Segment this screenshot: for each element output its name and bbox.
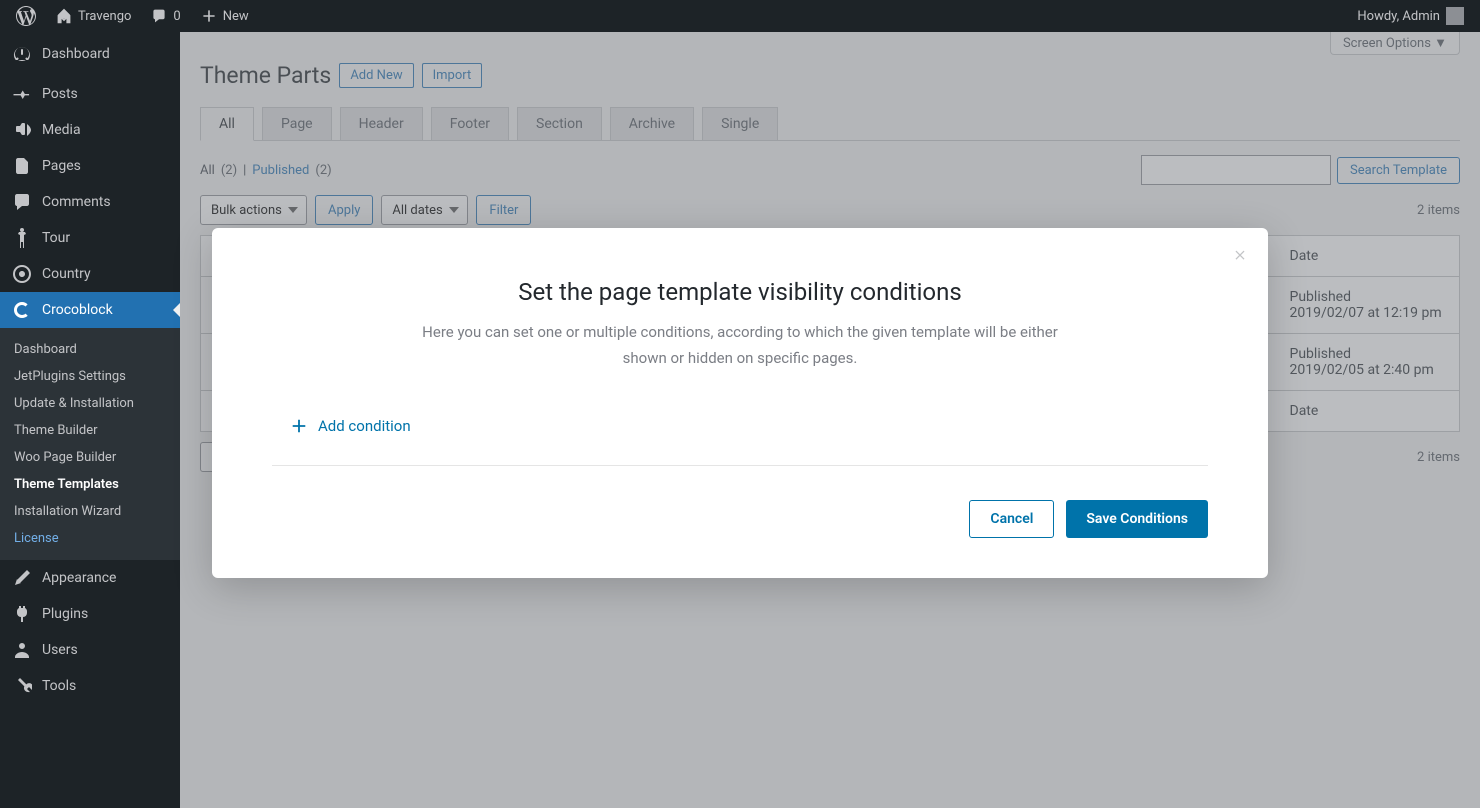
plug-icon [12,604,32,624]
account-link[interactable]: Howdy, Admin [1349,0,1472,32]
media-icon [12,120,32,140]
sidebar-sub-theme-builder[interactable]: Theme Builder [0,417,180,444]
sidebar-sub-dashboard[interactable]: Dashboard [0,336,180,363]
sidebar-submenu: Dashboard JetPlugins Settings Update & I… [0,328,180,560]
sidebar-label: Media [42,122,81,138]
wrench-icon [12,676,32,696]
admin-topbar: Travengo 0 New Howdy, Admin [0,0,1480,32]
comments-link[interactable]: 0 [143,0,188,32]
sidebar-label: Comments [42,194,111,210]
sidebar-label: Pages [42,158,81,174]
sidebar-label: Appearance [42,570,116,586]
sidebar-item-crocoblock[interactable]: Crocoblock [0,292,180,328]
sidebar-item-appearance[interactable]: Appearance [0,560,180,596]
site-link[interactable]: Travengo [48,0,139,32]
save-conditions-button[interactable]: Save Conditions [1066,500,1208,538]
sidebar-label: Crocoblock [42,302,113,318]
sidebar-item-comments[interactable]: Comments [0,184,180,220]
page-icon [12,156,32,176]
sidebar-label: Posts [42,86,78,102]
globe-icon [12,264,32,284]
site-name: Travengo [78,9,131,24]
sidebar-item-tools[interactable]: Tools [0,668,180,704]
sidebar-sub-wizard[interactable]: Installation Wizard [0,498,180,525]
cancel-button[interactable]: Cancel [969,500,1054,538]
sidebar-item-pages[interactable]: Pages [0,148,180,184]
sidebar-item-country[interactable]: Country [0,256,180,292]
wp-logo[interactable] [8,0,44,32]
sidebar-sub-theme-templates[interactable]: Theme Templates [0,471,180,498]
sidebar-item-posts[interactable]: Posts [0,76,180,112]
sidebar-label: Country [42,266,91,282]
sidebar-label: Dashboard [42,46,110,62]
modal-title: Set the page template visibility conditi… [272,278,1208,306]
sidebar-label: Tour [42,230,70,246]
crocoblock-icon [12,300,32,320]
sidebar-item-tour[interactable]: Tour [0,220,180,256]
sidebar-label: Tools [42,678,76,694]
sidebar-sub-update[interactable]: Update & Installation [0,390,180,417]
sidebar-label: Users [42,642,78,658]
comment-icon [12,192,32,212]
brush-icon [12,568,32,588]
comments-count: 0 [173,9,180,24]
admin-sidebar: Dashboard Posts Media Pages Comments Tou… [0,32,180,808]
close-icon[interactable] [1228,244,1252,268]
dashboard-icon [12,44,32,64]
pin-icon [12,84,32,104]
add-condition-button[interactable]: Add condition [272,411,1208,466]
person-icon [12,228,32,248]
modal-description: Here you can set one or multiple conditi… [420,320,1060,371]
sidebar-item-media[interactable]: Media [0,112,180,148]
sidebar-label: Plugins [42,606,88,622]
avatar [1446,7,1464,25]
new-link[interactable]: New [193,0,257,32]
add-condition-label: Add condition [318,417,411,435]
sidebar-sub-license[interactable]: License [0,525,180,552]
sidebar-sub-woo[interactable]: Woo Page Builder [0,444,180,471]
sidebar-item-dashboard[interactable]: Dashboard [0,32,180,76]
sidebar-item-plugins[interactable]: Plugins [0,596,180,632]
plus-icon [290,417,308,435]
sidebar-item-users[interactable]: Users [0,632,180,668]
new-label: New [223,9,249,24]
sidebar-sub-jetplugins[interactable]: JetPlugins Settings [0,363,180,390]
user-icon [12,640,32,660]
greeting: Howdy, Admin [1357,9,1440,24]
conditions-modal: Set the page template visibility conditi… [212,228,1268,578]
